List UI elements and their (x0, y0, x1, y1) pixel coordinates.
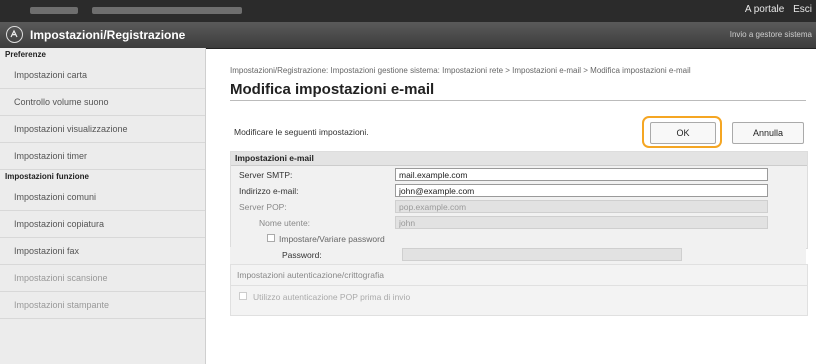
sidebar-item-timer[interactable]: Impostazioni timer (0, 143, 205, 170)
sidebar-item-copy[interactable]: Impostazioni copiatura (0, 211, 205, 238)
settings-logo-icon (6, 26, 23, 43)
email-label: Indirizzo e-mail: (239, 186, 299, 196)
breadcrumb: Impostazioni/Registrazione: Impostazioni… (230, 66, 691, 75)
top-links: A portale Esci (739, 4, 812, 15)
pop-server-input[interactable] (395, 200, 768, 213)
send-to-admin-link[interactable]: Invio a gestore sistema (730, 30, 812, 39)
main-content: Impostazioni/Registrazione: Impostazioni… (230, 66, 808, 316)
page-title: Modifica impostazioni e-mail (230, 81, 435, 98)
blurred-device-name (30, 7, 78, 14)
set-password-checkbox[interactable] (267, 234, 275, 242)
password-row: Password: (230, 247, 806, 265)
sidebar-group-functions: Impostazioni funzione (5, 172, 89, 181)
sidebar-item-printer[interactable]: Impostazioni stampante (0, 292, 205, 319)
sidebar-item-volume[interactable]: Controllo volume suono (0, 89, 205, 116)
smtp-server-input[interactable] (395, 168, 768, 181)
pop-before-send-checkbox[interactable] (239, 292, 247, 300)
password-label: Password: (282, 250, 322, 260)
instruction-text: Modificare le seguenti impostazioni. (234, 127, 369, 137)
app-title: Impostazioni/Registrazione (30, 28, 186, 42)
sidebar-item-scan[interactable]: Impostazioni scansione (0, 265, 205, 292)
set-password-row: Impostare/Variare password (231, 231, 807, 247)
title-divider (230, 100, 806, 101)
blurred-device-info (92, 7, 242, 14)
action-row: Modificare le seguenti impostazioni. OK … (230, 116, 806, 148)
sidebar-group-preferences: Preferenze (5, 50, 46, 59)
smtp-row: Server SMTP: (231, 167, 807, 183)
portal-link[interactable]: A portale (745, 4, 784, 15)
password-input[interactable] (402, 248, 682, 261)
auth-settings-panel: Impostazioni autenticazione/crittografia… (230, 264, 808, 316)
exit-link[interactable]: Esci (793, 4, 812, 15)
username-label: Nome utente: (259, 218, 311, 228)
email-address-input[interactable] (395, 184, 768, 197)
section-title: Impostazioni e-mail (231, 152, 807, 166)
username-input[interactable] (395, 216, 768, 229)
smtp-label: Server SMTP: (239, 170, 293, 180)
sidebar-item-fax[interactable]: Impostazioni fax (0, 238, 205, 265)
sidebar-item-display[interactable]: Impostazioni visualizzazione (0, 116, 205, 143)
pop-label: Server POP: (239, 202, 287, 212)
auth-divider (231, 285, 807, 286)
cancel-button[interactable]: Annulla (732, 122, 804, 144)
app-header: Impostazioni/Registrazione Invio a gesto… (0, 22, 816, 49)
pop-row: Server POP: (231, 199, 807, 215)
email-settings-panel: Impostazioni e-mail Server SMTP: Indiriz… (230, 151, 808, 249)
set-password-label: Impostare/Variare password (279, 234, 385, 244)
sidebar-item-paper[interactable]: Impostazioni carta (0, 62, 205, 89)
auth-section-title: Impostazioni autenticazione/crittografia (237, 270, 384, 280)
sidebar-item-common[interactable]: Impostazioni comuni (0, 184, 205, 211)
pop-before-send-label: Utilizzo autenticazione POP prima di inv… (253, 292, 411, 302)
user-row: Nome utente: (231, 215, 807, 231)
email-row: Indirizzo e-mail: (231, 183, 807, 199)
top-bar: A portale Esci (0, 0, 816, 22)
ok-button[interactable]: OK (650, 122, 716, 144)
sidebar: Preferenze Impostazioni carta Controllo … (0, 48, 206, 364)
